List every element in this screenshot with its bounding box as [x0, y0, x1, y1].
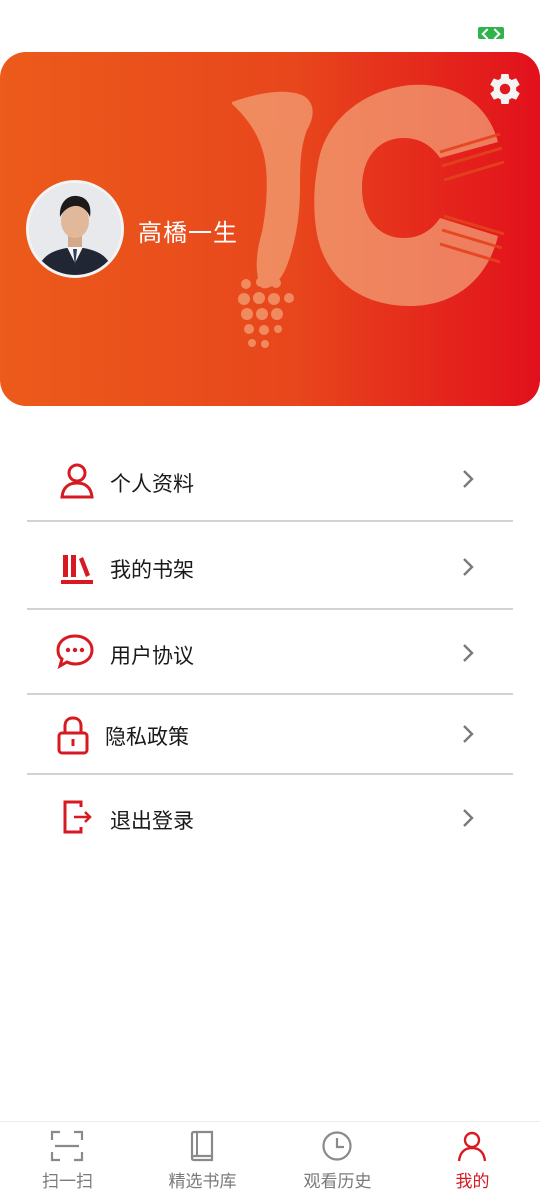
- chevron-right-icon: [459, 555, 477, 579]
- status-bar: [0, 0, 540, 48]
- clock-icon: [317, 1129, 357, 1163]
- tab-label: 扫一扫: [42, 1172, 93, 1192]
- book-icon: [182, 1129, 222, 1163]
- menu-item-bookshelf[interactable]: 我的书架: [27, 522, 513, 608]
- tab-label: 我的: [455, 1172, 490, 1192]
- tab-label: 观看历史: [303, 1172, 372, 1192]
- chevron-right-icon: [459, 722, 477, 746]
- chevron-right-icon: [459, 641, 477, 665]
- menu-item-privacy-policy[interactable]: 隐私政策: [27, 695, 513, 773]
- menu-item-label: 个人资料: [110, 472, 194, 496]
- tab-mine[interactable]: 我的: [405, 1122, 540, 1200]
- tab-scan[interactable]: 扫一扫: [0, 1122, 135, 1200]
- menu-item-label: 隐私政策: [105, 725, 189, 749]
- user-name: 高橋一生: [138, 219, 238, 247]
- gear-icon: [490, 74, 520, 105]
- battery-icon: [478, 27, 504, 39]
- chevron-right-icon: [459, 806, 477, 830]
- user-avatar-image: [29, 183, 121, 275]
- person-icon: [452, 1129, 492, 1163]
- settings-button[interactable]: [484, 68, 526, 110]
- bookshelf-icon: [55, 546, 99, 590]
- menu-item-label: 我的书架: [110, 558, 194, 582]
- menu-item-logout[interactable]: 退出登录: [27, 775, 513, 861]
- menu-item-label: 退出登录: [110, 809, 194, 833]
- menu-item-profile[interactable]: 个人资料: [27, 440, 513, 520]
- lock-icon: [51, 713, 95, 757]
- menu-item-label: 用户协议: [110, 644, 194, 668]
- tab-label: 精选书库: [168, 1172, 237, 1192]
- user-icon: [55, 458, 99, 502]
- chevron-right-icon: [459, 467, 477, 491]
- tab-history[interactable]: 观看历史: [270, 1122, 405, 1200]
- chat-bubble-icon: [53, 630, 97, 674]
- menu-item-user-agreement[interactable]: 用户协议: [27, 610, 513, 693]
- profile-card: 高橋一生: [0, 52, 540, 406]
- tab-library[interactable]: 精选书库: [135, 1122, 270, 1200]
- tab-bar: 扫一扫 精选书库 观看历史 我的: [0, 1121, 540, 1200]
- scan-icon: [47, 1129, 87, 1163]
- logout-icon: [55, 795, 99, 839]
- avatar[interactable]: [26, 180, 124, 278]
